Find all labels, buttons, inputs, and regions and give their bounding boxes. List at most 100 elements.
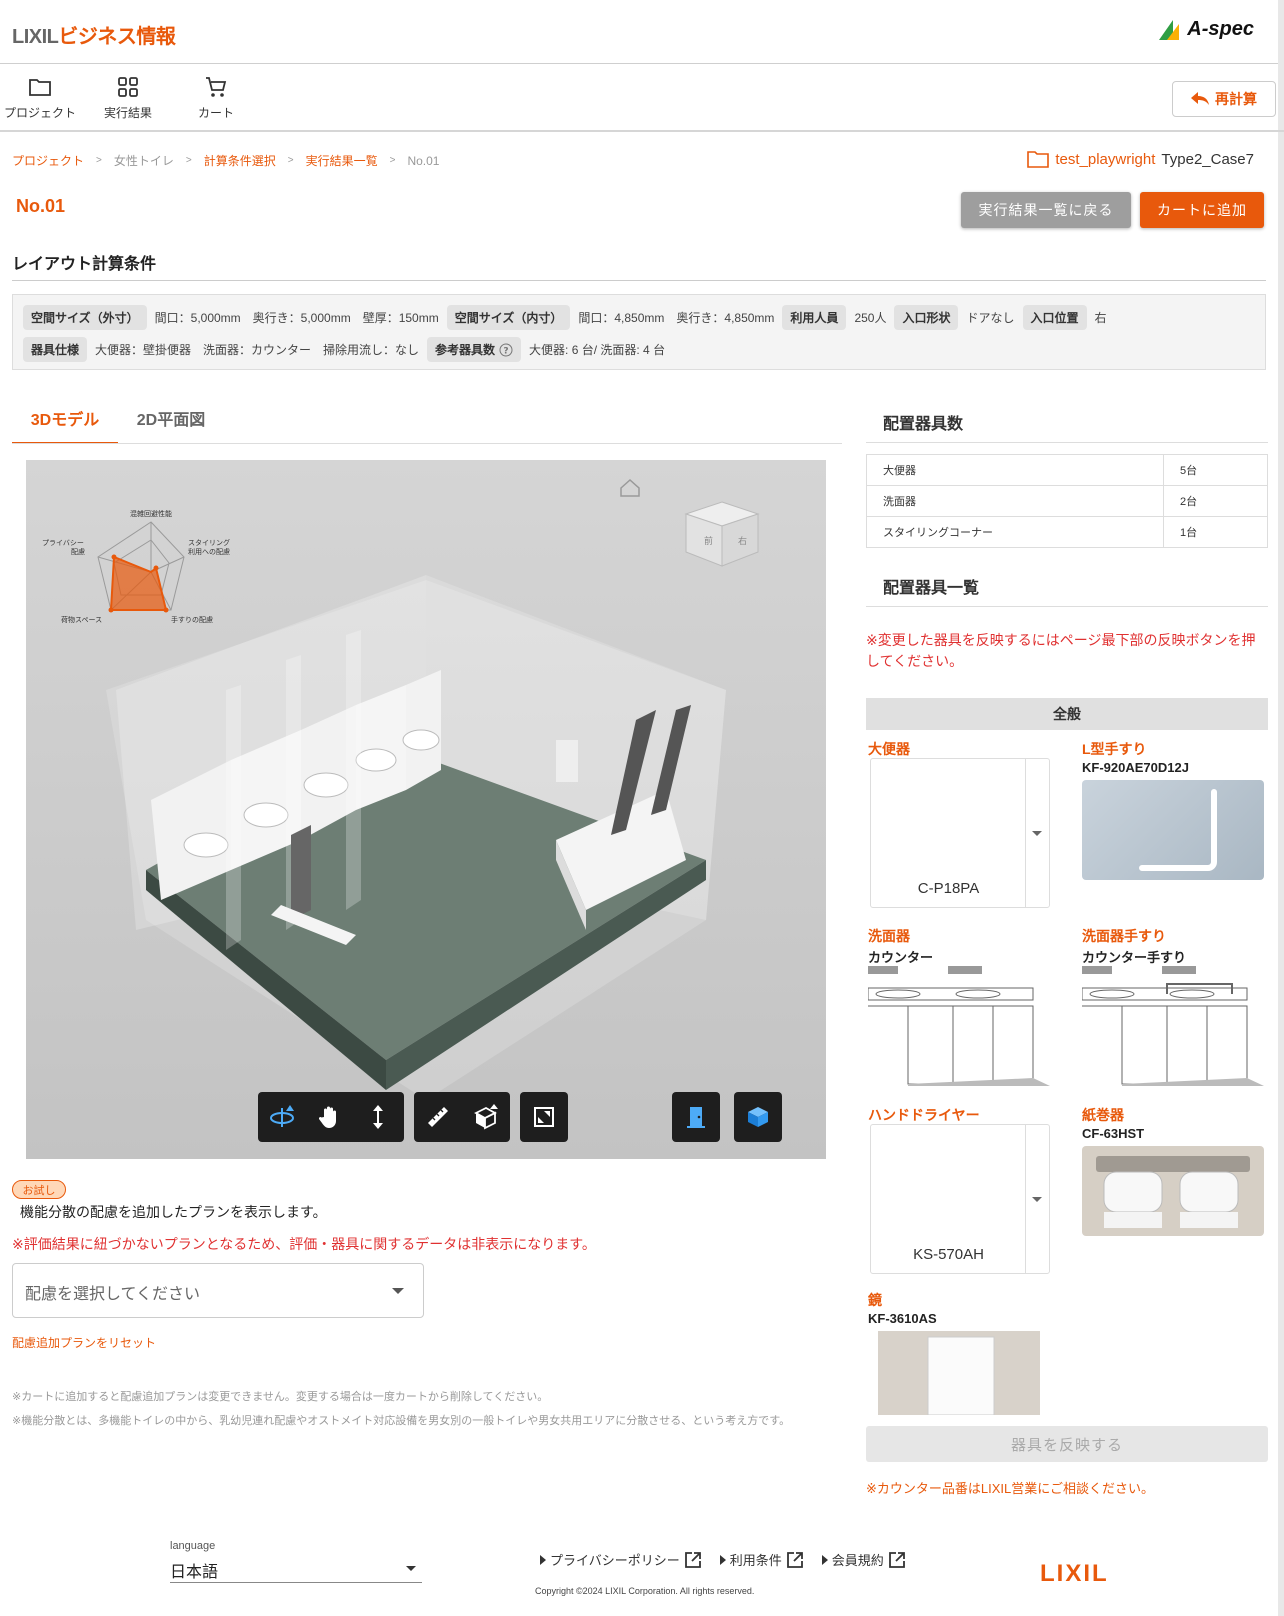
breadcrumb-conditions[interactable]: 計算条件選択: [204, 152, 276, 169]
basin-grab-name: カウンター手すり: [1082, 950, 1187, 965]
svg-text:?: ?: [503, 346, 508, 356]
dryer-select[interactable]: KS-570AH: [870, 1124, 1050, 1274]
chevron-down-icon: [1032, 1197, 1042, 1202]
external-link-icon: [888, 1551, 905, 1568]
breadcrumb-project[interactable]: プロジェクト: [12, 152, 84, 169]
counter-sketch-icon: [868, 966, 1050, 1086]
fullscreen-button[interactable]: [520, 1092, 568, 1142]
apply-fixtures-button[interactable]: 器具を反映する: [866, 1426, 1268, 1462]
users-label: 利用人員: [782, 305, 847, 330]
users-value: 250人: [854, 311, 887, 325]
hand-icon: [319, 1106, 336, 1128]
caret-right-icon: [540, 1554, 546, 1565]
membership-terms-link[interactable]: 会員規約: [821, 1550, 906, 1569]
toilet-select[interactable]: C-P18PA: [870, 758, 1050, 908]
general-section-header: 全般: [866, 698, 1268, 730]
home-icon[interactable]: [620, 478, 640, 497]
cube-view-button[interactable]: [734, 1092, 782, 1142]
external-link-icon: [684, 1551, 701, 1568]
breadcrumb-separator: >: [96, 155, 102, 166]
dryer-value: KS-570AH: [913, 1246, 984, 1263]
zoom-button[interactable]: [354, 1092, 402, 1142]
lixil-business-logo[interactable]: LIXILビジネス情報: [12, 20, 176, 49]
entry-shape-label: 入口形状: [894, 305, 959, 330]
orbit-icon: [270, 1105, 294, 1127]
radar-axis-privacy-2: 配慮: [71, 547, 85, 556]
inner-size-label: 空間サイズ（内寸）: [446, 305, 571, 330]
toolbar: プロジェクト 実行結果 カート 再計算: [0, 64, 1284, 132]
language-select[interactable]: 日本語: [170, 1558, 218, 1582]
project-name[interactable]: test_playwright: [1055, 151, 1155, 168]
fullscreen-icon: [534, 1107, 554, 1127]
page-scrollbar[interactable]: [1278, 0, 1284, 1616]
toolbar-cart-button[interactable]: カート: [176, 76, 256, 121]
basin-grab-image[interactable]: [1082, 966, 1264, 1086]
copyright: Copyright ©2024 LIXIL Corporation. All r…: [535, 1586, 755, 1596]
count-title: 配置器具数: [883, 416, 964, 433]
toolbar-project-button[interactable]: プロジェクト: [0, 76, 80, 121]
privacy-policy-link[interactable]: プライバシーポリシー: [540, 1550, 702, 1569]
toolbar-results-button[interactable]: 実行結果: [88, 76, 168, 121]
back-to-results-button[interactable]: 実行結果一覧に戻る: [961, 192, 1131, 228]
section-button[interactable]: [462, 1092, 510, 1142]
radar-axis-privacy: プライバシー: [42, 539, 84, 547]
conditions-box: 空間サイズ（外寸） 間口：5,000mm 奥行き：5,000mm 壁厚：150m…: [12, 294, 1266, 370]
reflect-note: ※変更した器具を反映するにはページ最下部の反映ボタンを押してください。: [866, 632, 1256, 669]
folder-icon: [1027, 151, 1050, 168]
reset-plan-link[interactable]: 配慮追加プランをリセット: [12, 1334, 156, 1351]
trial-warning: ※評価結果に紐づかないプランとなるため、評価・器具に関するデータは非表示になりま…: [12, 1236, 596, 1252]
3d-scene[interactable]: 混雑回避性能 スタイリング 利用への配慮 手すりの配慮 荷物スペース プライバシ…: [26, 460, 826, 1159]
aspec-mark-icon: [1159, 19, 1180, 40]
language-underline: [170, 1582, 422, 1583]
reference-count-value: 大便器: 6 台/ 洗面器: 4 台: [529, 343, 666, 357]
footer-links: プライバシーポリシー 利用条件 会員規約: [540, 1550, 906, 1569]
paper-holder-image[interactable]: [1082, 1146, 1264, 1236]
chevron-down-icon: [392, 1288, 404, 1294]
folder-icon: [29, 79, 51, 96]
paper-holder-category: 紙巻器: [1082, 1107, 1124, 1123]
reference-count-label: 参考器具数 ?: [427, 337, 522, 362]
cube-front-label: 前: [704, 535, 713, 547]
help-icon[interactable]: ?: [499, 343, 513, 357]
mirror-category: 鏡: [868, 1292, 882, 1308]
entry-position-label: 入口位置: [1022, 305, 1087, 330]
conditions-title: レイアウト計算条件: [12, 256, 157, 273]
l-grab-bar-icon: [1139, 789, 1217, 871]
language-label: language: [170, 1540, 216, 1552]
mirror-icon: [927, 1336, 995, 1415]
door-button[interactable]: [672, 1092, 720, 1142]
door-tool-group: [672, 1092, 720, 1142]
tab-2d-plan[interactable]: 2D平面図: [118, 404, 224, 444]
outer-size-value: 間口：5,000mm 奥行き：5,000mm 壁厚：150mm: [154, 311, 439, 325]
add-to-cart-button[interactable]: カートに追加: [1140, 192, 1264, 228]
radar-axis-grab: 手すりの配慮: [171, 615, 213, 624]
pan-button[interactable]: [306, 1092, 354, 1142]
conditions-row-2: 器具仕様 大便器：壁掛便器 洗面器：カウンター 掃除用流し：なし 参考器具数 ?…: [23, 337, 665, 362]
paper-holder-icon: [1096, 1156, 1250, 1228]
tab-3d-model[interactable]: 3Dモデル: [12, 404, 118, 444]
terms-link[interactable]: 利用条件: [719, 1550, 804, 1569]
fullscreen-tool-group: [520, 1092, 568, 1142]
recalculate-button[interactable]: 再計算: [1172, 81, 1276, 117]
3d-viewer[interactable]: 混雑回避性能 スタイリング 利用への配慮 手すりの配慮 荷物スペース プライバシ…: [26, 460, 826, 1159]
outer-size-label: 空間サイズ（外寸）: [23, 305, 147, 330]
fixture-list-title: 配置器具一覧: [883, 580, 980, 597]
mirror-image[interactable]: [878, 1331, 1040, 1415]
consideration-select[interactable]: 配慮を選択してください: [12, 1263, 424, 1318]
breadcrumb-female-toilet: 女性トイレ: [113, 154, 174, 168]
orbit-button[interactable]: [258, 1092, 306, 1142]
toilet-value: C-P18PA: [917, 880, 980, 897]
measure-button[interactable]: [414, 1092, 462, 1142]
counter-grab-sketch-icon: [1082, 966, 1264, 1086]
l-grab-image[interactable]: [1082, 780, 1264, 880]
counter-note: ※カウンター品番はLIXIL営業にご相談ください。: [866, 1481, 1154, 1496]
fixture-spec-label: 器具仕様: [23, 337, 88, 362]
reply-arrow-icon: [1191, 92, 1209, 105]
view-cube[interactable]: 前 右: [684, 501, 760, 567]
breadcrumb-results[interactable]: 実行結果一覧: [306, 152, 378, 169]
cube-right-label: 右: [738, 535, 747, 547]
caret-right-icon: [821, 1554, 828, 1565]
navigation-tool-group: [258, 1092, 404, 1142]
trial-description: 機能分散の配慮を追加したプランを表示します。: [20, 1204, 327, 1220]
basin-image[interactable]: [868, 966, 1050, 1086]
